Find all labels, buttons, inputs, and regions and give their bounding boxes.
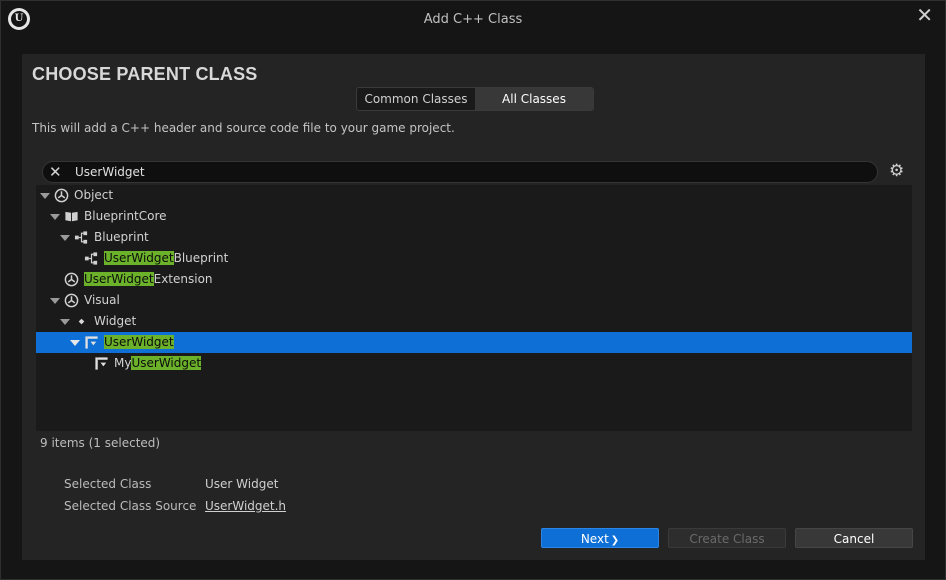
- tree-row-label: MyUserWidget: [114, 353, 202, 374]
- chevron-right-icon: ❯: [610, 535, 620, 546]
- blueprint-icon: [84, 251, 99, 266]
- class-icon: [54, 188, 69, 203]
- main-panel: CHOOSE PARENT CLASS Common Classes All C…: [22, 54, 925, 560]
- tree-row[interactable]: UserWidgetExtension: [36, 269, 912, 290]
- tree-row[interactable]: Blueprint: [36, 227, 912, 248]
- title-bar[interactable]: U Add C++ Class ✕: [1, 1, 945, 41]
- tree-row[interactable]: Widget: [36, 311, 912, 332]
- book-icon: [64, 209, 79, 224]
- tree-row-label: Visual: [84, 290, 120, 311]
- class-filter-tabs: Common Classes All Classes: [356, 87, 594, 111]
- add-class-window: U Add C++ Class ✕ CHOOSE PARENT CLASS Co…: [0, 0, 946, 580]
- user-widget-icon: [94, 356, 109, 371]
- expand-arrow-icon[interactable]: [40, 193, 50, 199]
- expand-arrow-icon[interactable]: [50, 298, 60, 304]
- tree-row[interactable]: Object: [36, 185, 912, 206]
- tab-common-classes[interactable]: Common Classes: [357, 88, 475, 110]
- tree-row-label: UserWidgetExtension: [84, 269, 213, 290]
- user-widget-icon: [84, 335, 99, 350]
- tree-row-label: UserWidget: [104, 332, 174, 353]
- label-prefix: My: [114, 356, 132, 370]
- label-suffix: BlueprintCore: [84, 209, 167, 223]
- tab-all-classes[interactable]: All Classes: [475, 88, 593, 110]
- tree-row[interactable]: UserWidgetBlueprint: [36, 248, 912, 269]
- search-match-highlight: UserWidget: [104, 335, 174, 349]
- item-count: 9 items (1 selected): [40, 436, 161, 450]
- selected-source-label: Selected Class Source: [64, 499, 197, 513]
- description-text: This will add a C++ header and source co…: [32, 121, 455, 135]
- expand-arrow-icon[interactable]: [60, 319, 70, 325]
- tree-row[interactable]: BlueprintCore: [36, 206, 912, 227]
- tree-row[interactable]: MyUserWidget: [36, 353, 912, 374]
- selected-class-value: User Widget: [205, 477, 279, 491]
- label-suffix: Blueprint: [94, 230, 149, 244]
- gear-icon[interactable]: ⚙: [889, 161, 904, 181]
- tree-row-label: UserWidgetBlueprint: [104, 248, 228, 269]
- cancel-button[interactable]: Cancel: [795, 528, 913, 548]
- search-match-highlight: UserWidget: [84, 272, 154, 286]
- tree-row[interactable]: UserWidget: [36, 332, 912, 353]
- expand-arrow-icon[interactable]: [60, 235, 70, 241]
- selected-class-label: Selected Class: [64, 477, 152, 491]
- create-class-button[interactable]: Create Class: [668, 528, 786, 548]
- expand-arrow-icon[interactable]: [70, 340, 80, 346]
- tree-row-label: Object: [74, 185, 113, 206]
- page-title: CHOOSE PARENT CLASS: [32, 64, 258, 84]
- search-match-highlight: UserWidget: [104, 251, 174, 265]
- next-button-label: Next: [580, 532, 609, 546]
- class-tree: Object BlueprintCore Blueprint UserWidgetBl…: [36, 185, 912, 431]
- search-match-highlight: UserWidget: [131, 356, 202, 370]
- close-icon[interactable]: ✕: [916, 5, 933, 25]
- label-suffix: Object: [74, 188, 114, 202]
- label-suffix: Extension: [153, 272, 213, 286]
- dot-icon: [74, 314, 89, 329]
- label-suffix: Widget: [94, 314, 137, 328]
- clear-search-icon[interactable]: ✕: [49, 162, 62, 182]
- blueprint-icon: [74, 230, 89, 245]
- tree-row[interactable]: Visual: [36, 290, 912, 311]
- selected-source-link[interactable]: UserWidget.h: [205, 499, 286, 513]
- class-icon: [64, 293, 79, 308]
- tree-row-label: Widget: [94, 311, 136, 332]
- expand-arrow-icon[interactable]: [50, 214, 60, 220]
- search-box: ✕: [42, 161, 878, 183]
- next-button[interactable]: Next ❯: [541, 528, 659, 548]
- tree-row-label: BlueprintCore: [84, 206, 167, 227]
- search-input[interactable]: [75, 163, 855, 181]
- label-suffix: Visual: [84, 293, 120, 307]
- label-suffix: Blueprint: [173, 251, 229, 265]
- class-icon: [64, 272, 79, 287]
- window-title: Add C++ Class: [423, 12, 523, 27]
- tree-row-label: Blueprint: [94, 227, 149, 248]
